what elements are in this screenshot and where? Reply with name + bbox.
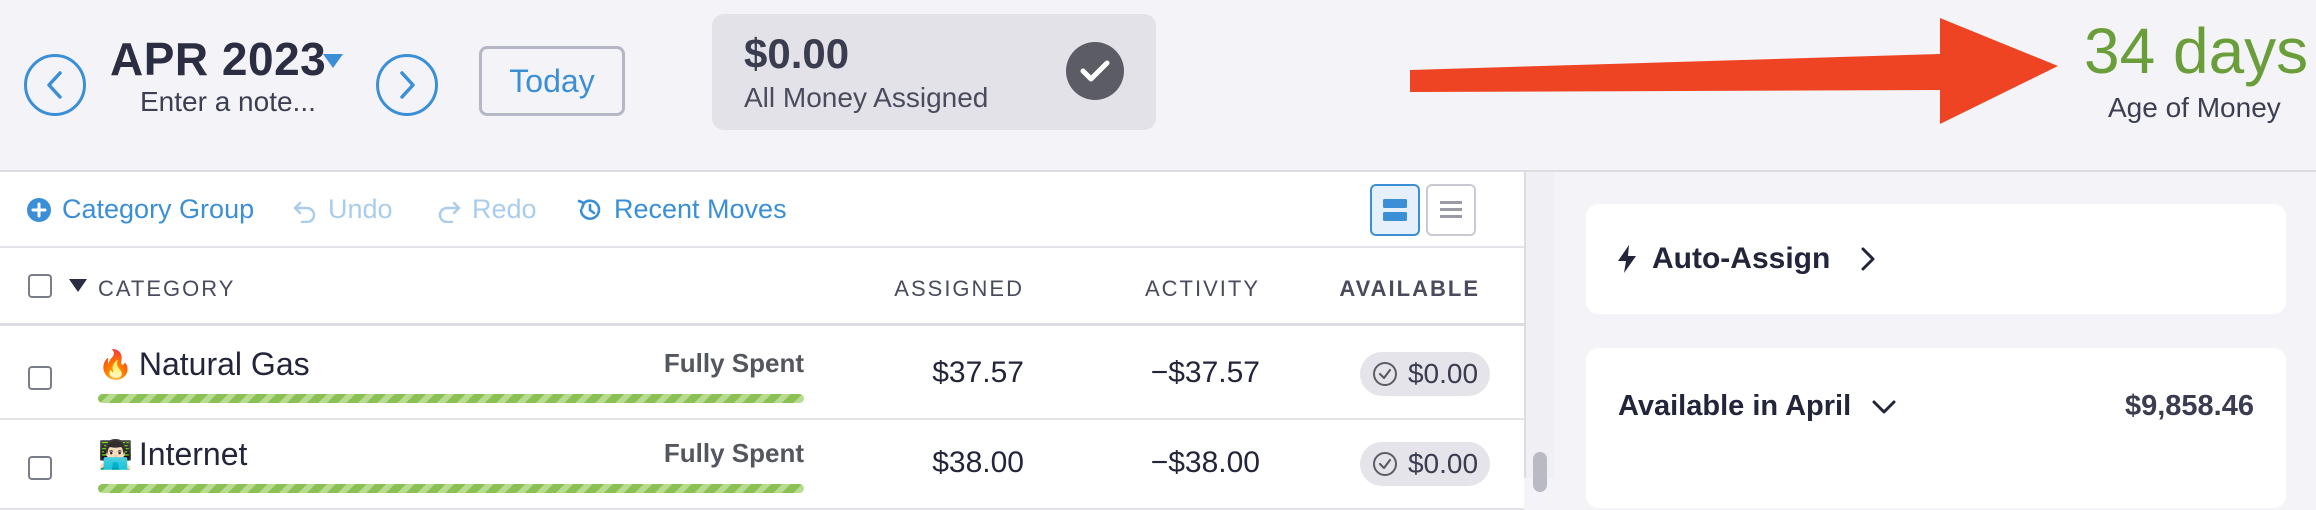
category-name-text: Internet bbox=[138, 436, 248, 472]
today-button[interactable]: Today bbox=[479, 46, 625, 116]
previous-month-button[interactable] bbox=[24, 54, 86, 116]
category-row[interactable]: 🔥 Natural Gas Fully Spent $37.57 −$37.57… bbox=[0, 332, 1524, 420]
ready-to-assign-box[interactable]: $0.00 All Money Assigned bbox=[712, 14, 1156, 130]
auto-assign-label: Auto-Assign bbox=[1652, 242, 1831, 275]
available-pill[interactable]: $0.00 bbox=[1360, 352, 1490, 396]
activity-amount[interactable]: −$38.00 bbox=[1151, 446, 1260, 480]
available-total-amount: $9,858.46 bbox=[2124, 390, 2254, 422]
column-category[interactable]: CATEGORY bbox=[98, 276, 235, 302]
category-name[interactable]: 🔥 Natural Gas bbox=[98, 346, 310, 383]
technologist-emoji-icon: 👨🏻‍💻 bbox=[98, 439, 133, 470]
scrollbar-thumb[interactable] bbox=[1533, 452, 1547, 492]
budget-table: Category Group Undo Redo Recent Moves CA… bbox=[0, 172, 1524, 510]
fire-emoji-icon: 🔥 bbox=[98, 349, 133, 380]
chevron-down-icon bbox=[1871, 399, 1897, 415]
month-note-field[interactable]: Enter a note... bbox=[140, 86, 316, 118]
category-name[interactable]: 👨🏻‍💻 Internet bbox=[98, 436, 247, 473]
category-status: Fully Spent bbox=[663, 348, 804, 378]
column-available[interactable]: AVAILABLE bbox=[1339, 276, 1480, 302]
assigned-amount[interactable]: $38.00 bbox=[932, 446, 1024, 480]
view-density-toggle bbox=[1370, 184, 1476, 236]
auto-assign-button[interactable]: Auto-Assign bbox=[1586, 204, 2286, 314]
expanded-rows-icon bbox=[1383, 199, 1407, 221]
checkmark-icon bbox=[1066, 42, 1124, 100]
category-group-label: Category Group bbox=[62, 194, 255, 224]
age-of-money-value: 34 days bbox=[2084, 15, 2309, 87]
recent-moves-button[interactable]: Recent Moves bbox=[576, 194, 787, 225]
column-activity[interactable]: ACTIVITY bbox=[1145, 276, 1260, 302]
category-row[interactable]: 👨🏻‍💻 Internet Fully Spent $38.00 −$38.00… bbox=[0, 422, 1524, 510]
recent-moves-label: Recent Moves bbox=[614, 194, 787, 224]
history-icon bbox=[576, 196, 604, 224]
caret-down-icon[interactable] bbox=[322, 53, 344, 69]
check-circle-icon bbox=[1372, 361, 1398, 387]
budget-toolbar: Category Group Undo Redo Recent Moves bbox=[0, 172, 1524, 248]
row-checkbox[interactable] bbox=[28, 456, 52, 480]
chevron-right-icon bbox=[1861, 247, 1875, 271]
compact-rows-icon bbox=[1440, 201, 1462, 218]
select-all-checkbox[interactable] bbox=[28, 274, 52, 298]
collapse-all-caret-icon[interactable] bbox=[68, 278, 88, 294]
annotation-arrow bbox=[1410, 18, 2058, 124]
expanded-view-button[interactable] bbox=[1370, 184, 1420, 236]
column-header-row: CATEGORY ASSIGNED ACTIVITY AVAILABLE bbox=[0, 248, 1524, 326]
month-selector[interactable]: APR 2023 bbox=[110, 32, 326, 86]
activity-amount[interactable]: −$37.57 bbox=[1151, 356, 1260, 390]
table-scrollbar[interactable] bbox=[1524, 172, 1554, 492]
inspector-panel: Auto-Assign Available in April $9,858.46 bbox=[1554, 172, 2316, 508]
lightning-icon bbox=[1618, 245, 1636, 273]
row-checkbox[interactable] bbox=[28, 366, 52, 390]
redo-label: Redo bbox=[472, 194, 537, 224]
redo-icon bbox=[436, 197, 462, 223]
plus-circle-icon bbox=[26, 197, 52, 223]
available-toggle[interactable]: Available in April bbox=[1618, 390, 1897, 423]
add-category-group-button[interactable]: Category Group bbox=[26, 194, 254, 225]
available-amount: $0.00 bbox=[1407, 358, 1479, 389]
category-name-text: Natural Gas bbox=[138, 346, 310, 382]
category-progress-bar bbox=[98, 394, 804, 403]
category-status: Fully Spent bbox=[663, 438, 804, 468]
ready-to-assign-label: All Money Assigned bbox=[744, 82, 989, 113]
undo-icon bbox=[292, 197, 318, 223]
available-title-label: Available in April bbox=[1618, 390, 1852, 422]
next-month-button[interactable] bbox=[376, 54, 438, 116]
available-amount: $0.00 bbox=[1407, 448, 1479, 479]
check-circle-icon bbox=[1372, 451, 1398, 477]
chevron-right-icon bbox=[400, 71, 415, 99]
available-pill[interactable]: $0.00 bbox=[1360, 442, 1490, 486]
ready-to-assign-amount: $0.00 bbox=[744, 30, 850, 77]
column-assigned[interactable]: ASSIGNED bbox=[894, 276, 1024, 302]
assigned-amount[interactable]: $37.57 bbox=[932, 356, 1024, 390]
compact-view-button[interactable] bbox=[1426, 184, 1476, 236]
redo-button[interactable]: Redo bbox=[436, 194, 537, 225]
chevron-left-icon bbox=[47, 71, 62, 99]
category-progress-bar bbox=[98, 484, 804, 493]
available-summary-card: Available in April $9,858.46 bbox=[1586, 348, 2286, 508]
undo-label: Undo bbox=[328, 194, 393, 224]
budget-header: APR 2023 Enter a note... Today $0.00 All… bbox=[0, 0, 2316, 172]
age-of-money-label: Age of Money bbox=[2108, 92, 2281, 123]
undo-button[interactable]: Undo bbox=[292, 194, 393, 225]
